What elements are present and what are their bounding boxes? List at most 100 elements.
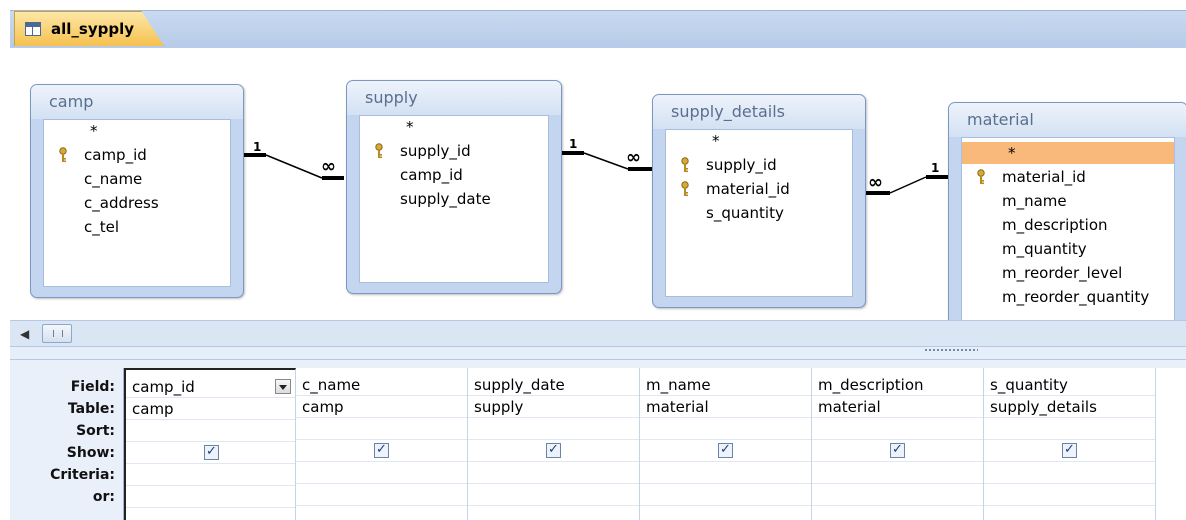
row-label-or: or: (92, 489, 115, 505)
rel-one-label: 1 (253, 140, 261, 154)
show-cell (984, 439, 1155, 462)
criteria-cell[interactable] (812, 462, 983, 484)
grid-column[interactable]: c_name camp (296, 368, 468, 520)
table-title: material (949, 103, 1186, 137)
field-m-reorder-quantity[interactable]: m_reorder_quantity (962, 286, 1174, 308)
sort-cell[interactable] (984, 418, 1155, 440)
show-checkbox[interactable] (718, 439, 733, 461)
field-list: * material_id m_name m_description m_qua… (961, 137, 1175, 320)
rel-many-label: ∞ (321, 156, 336, 177)
sort-cell[interactable] (468, 418, 639, 440)
field-m-name[interactable]: m_name (962, 190, 1174, 212)
criteria-cell[interactable] (468, 462, 639, 484)
or-cell[interactable] (468, 484, 639, 506)
field-all[interactable]: * (666, 130, 852, 152)
grid-column[interactable]: m_description material (812, 368, 984, 520)
grid-column[interactable]: camp_id camp (124, 368, 296, 520)
splitter-grip-icon[interactable] (924, 348, 978, 353)
criteria-cell[interactable] (640, 462, 811, 484)
horizontal-scrollbar[interactable]: ◀ (10, 320, 1186, 347)
scroll-thumb[interactable] (42, 324, 72, 343)
tab-all-sypply[interactable]: all_sypply (14, 11, 164, 46)
field-camp-id[interactable]: camp_id (360, 164, 548, 186)
show-checkbox[interactable] (546, 439, 561, 461)
query-design-grid: Field: Table: Sort: Show: Criteria: or: … (10, 360, 1186, 520)
field-m-description[interactable]: m_description (962, 214, 1174, 236)
sort-cell[interactable] (126, 420, 295, 442)
sort-cell[interactable] (812, 418, 983, 440)
show-cell (296, 439, 467, 462)
field-cell[interactable]: supply_date (468, 374, 639, 396)
scroll-left-arrow-icon[interactable]: ◀ (20, 327, 29, 341)
relationship-camp-supply[interactable]: 1 ∞ (244, 140, 344, 180)
field-cell[interactable]: s_quantity (984, 374, 1155, 396)
field-supply-date[interactable]: supply_date (360, 188, 548, 210)
table-supply-details[interactable]: supply_details * supply_id material_id s… (652, 94, 866, 308)
table-material[interactable]: material * material_id m_name m_descript… (948, 102, 1186, 320)
table-title: supply (347, 81, 561, 115)
primary-key-icon (375, 143, 383, 159)
rel-many-label: ∞ (626, 147, 641, 168)
show-checkbox[interactable] (1062, 439, 1077, 461)
field-cell[interactable]: c_name (296, 374, 467, 396)
show-checkbox[interactable] (374, 439, 389, 461)
field-all[interactable]: * (44, 120, 230, 142)
criteria-cell[interactable] (126, 464, 295, 486)
table-cell[interactable]: camp (296, 396, 467, 418)
table-cell[interactable]: supply (468, 396, 639, 418)
primary-key-icon (681, 157, 689, 173)
row-label-sort: Sort: (76, 423, 115, 439)
field-c-tel[interactable]: c_tel (44, 216, 230, 238)
table-cell[interactable]: material (640, 396, 811, 418)
show-cell (468, 439, 639, 462)
table-title: supply_details (653, 95, 865, 129)
field-material-id[interactable]: material_id (962, 166, 1174, 188)
or-cell[interactable] (126, 486, 295, 508)
show-checkbox[interactable] (890, 439, 905, 461)
criteria-cell[interactable] (296, 462, 467, 484)
grid-column[interactable]: s_quantity supply_details (984, 368, 1156, 520)
field-all[interactable]: * (360, 116, 548, 138)
field-cell[interactable]: m_name (640, 374, 811, 396)
relationship-supply-details[interactable]: 1 ∞ (562, 137, 652, 171)
rel-one-label: 1 (931, 161, 939, 175)
row-label-table: Table: (67, 401, 115, 417)
or-cell[interactable] (296, 484, 467, 506)
field-s-quantity[interactable]: s_quantity (666, 202, 852, 224)
field-c-name[interactable]: c_name (44, 168, 230, 190)
sort-cell[interactable] (640, 418, 811, 440)
field-m-reorder-level[interactable]: m_reorder_level (962, 262, 1174, 284)
pane-splitter[interactable] (10, 346, 1186, 360)
field-supply-id[interactable]: supply_id (666, 154, 852, 176)
or-cell[interactable] (812, 484, 983, 506)
primary-key-icon (59, 147, 67, 163)
field-all[interactable]: * (962, 142, 1174, 164)
table-cell[interactable]: camp (126, 398, 295, 420)
field-cell[interactable]: camp_id (126, 376, 295, 398)
table-cell[interactable]: supply_details (984, 396, 1155, 418)
field-c-address[interactable]: c_address (44, 192, 230, 214)
field-camp-id[interactable]: camp_id (44, 144, 230, 166)
grid-column[interactable]: m_name material (640, 368, 812, 520)
or-cell[interactable] (984, 484, 1155, 506)
document-tab-strip: all_sypply (0, 0, 1186, 49)
show-cell (812, 439, 983, 462)
field-cell[interactable]: m_description (812, 374, 983, 396)
or-cell[interactable] (640, 484, 811, 506)
table-camp[interactable]: camp * camp_id c_name c_address c_tel (30, 84, 244, 298)
query-diagram-pane[interactable]: 1 ∞ 1 ∞ ∞ 1 camp * camp_id c_name c_addr… (10, 48, 1186, 320)
field-supply-id[interactable]: supply_id (360, 140, 548, 162)
field-dropdown-icon[interactable] (275, 379, 291, 394)
show-checkbox[interactable] (204, 441, 219, 463)
field-m-quantity[interactable]: m_quantity (962, 238, 1174, 260)
relationship-details-material[interactable]: ∞ 1 (866, 161, 950, 195)
field-material-id[interactable]: material_id (666, 178, 852, 200)
grid-column[interactable]: supply_date supply (468, 368, 640, 520)
table-cell[interactable]: material (812, 396, 983, 418)
field-list: * supply_id camp_id supply_date (359, 115, 549, 283)
criteria-cell[interactable] (984, 462, 1155, 484)
sort-cell[interactable] (296, 418, 467, 440)
table-supply[interactable]: supply * supply_id camp_id supply_date (346, 80, 562, 294)
grid-column-empty[interactable] (1156, 368, 1186, 520)
show-cell (126, 441, 295, 464)
